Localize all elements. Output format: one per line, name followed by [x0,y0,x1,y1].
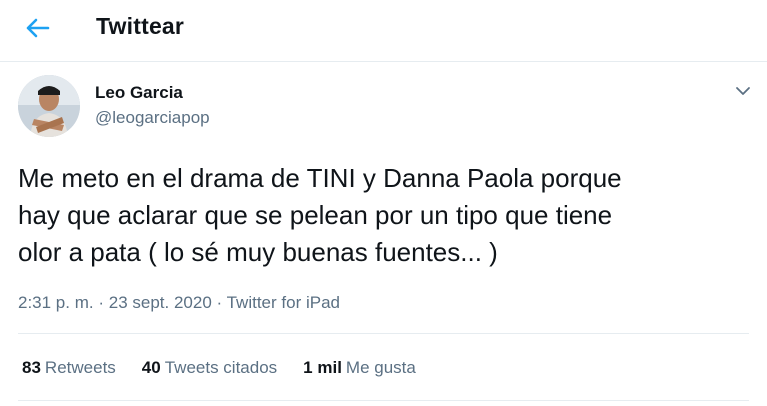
quotes-stat[interactable]: 40 Tweets citados [142,358,277,378]
likes-stat[interactable]: 1 mil Me gusta [303,358,416,378]
likes-count: 1 mil [303,358,342,377]
meta-separator: · [216,293,223,312]
retweets-label: Retweets [44,358,116,377]
chevron-down-icon [736,87,750,95]
likes-label: Me gusta [345,358,416,377]
page-title: Twittear [96,13,185,39]
avatar[interactable] [18,75,80,137]
tweet-source[interactable]: Twitter for iPad [227,293,340,312]
back-button[interactable] [18,10,58,46]
tweet-time[interactable]: 2:31 p. m. [18,293,94,312]
quotes-label: Tweets citados [164,358,278,377]
author-name[interactable]: Leo Garcia [95,83,183,103]
divider [18,333,749,334]
tweet-page: Twittear Leo Garcia @leogarciapop Me met… [0,0,767,406]
divider [18,400,749,401]
arrow-left-icon [26,18,50,38]
meta-separator: · [98,293,105,312]
avatar-image [18,75,80,137]
retweets-stat[interactable]: 83 Retweets [22,358,116,378]
tweet-date[interactable]: 23 sept. 2020 [109,293,212,312]
tweet-stats: 83 Retweets 40 Tweets citados 1 mil Me gust… [22,358,416,378]
quotes-count: 40 [141,358,161,377]
tweet-text: Me meto en el drama de TINI y Danna Paol… [18,163,622,267]
top-header: Twittear [0,0,767,62]
author-handle[interactable]: @leogarciapop [95,108,210,128]
more-options-button[interactable] [730,80,756,102]
tweet-meta: 2:31 p. m. · 23 sept. 2020 · Twitter for… [18,293,340,313]
retweets-count: 83 [22,358,41,377]
